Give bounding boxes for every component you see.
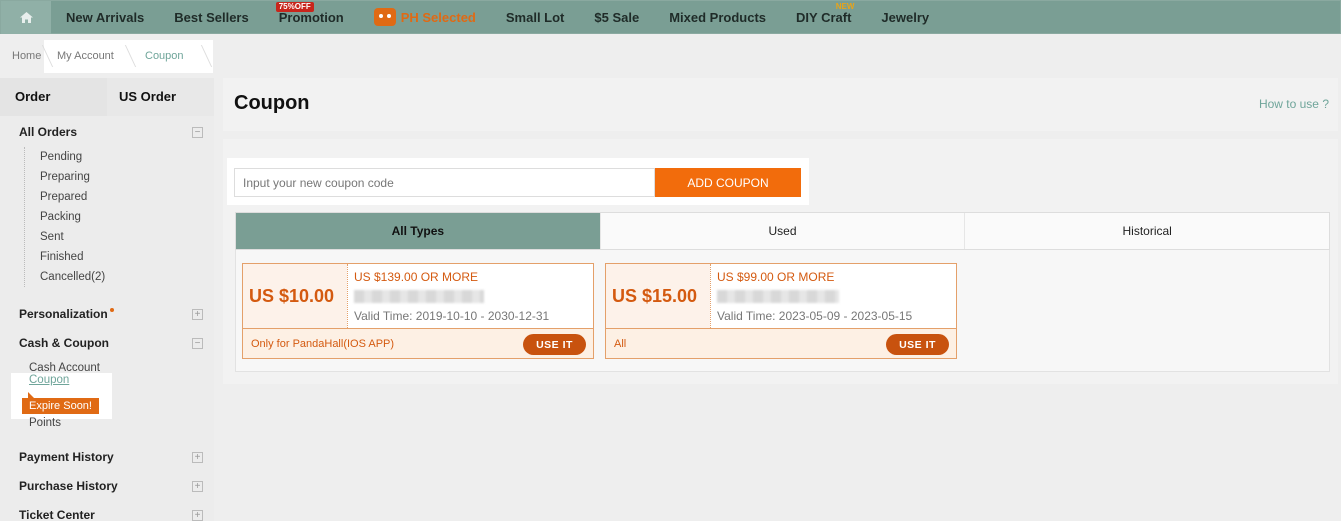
sidebar: Order US Order All Orders − Pending Prep… xyxy=(0,78,214,521)
sidebar-item-sent[interactable]: Sent xyxy=(25,227,214,247)
coupon-card: US $10.00 US $139.00 OR MORE Valid Time:… xyxy=(242,263,594,359)
coupon-details: US $139.00 OR MORE Valid Time: 2019-10-1… xyxy=(347,264,593,328)
personalization-label: Personalization xyxy=(19,307,108,321)
sidebar-group-purchase-history[interactable]: Purchase History + xyxy=(0,472,214,501)
sidebar-item-cancelled[interactable]: Cancelled(2) xyxy=(25,267,214,287)
nav-promotion-label: Promotion xyxy=(278,9,344,25)
new-badge: NEW xyxy=(835,1,855,11)
coupon-requirement: US $139.00 OR MORE xyxy=(354,270,479,284)
expand-icon[interactable]: + xyxy=(192,452,203,463)
sidebar-item-points[interactable]: Points xyxy=(29,417,61,429)
promotion-off-badge: 75%OFF xyxy=(275,1,314,12)
coupon-amount: US $15.00 xyxy=(612,285,698,306)
notification-dot xyxy=(109,308,114,312)
coupon-code-blurred xyxy=(354,290,484,303)
coupon-card: US $15.00 US $99.00 OR MORE Valid Time: … xyxy=(605,263,957,359)
ticket-center-label: Ticket Center xyxy=(19,508,95,521)
nav-ph-selected[interactable]: PH Selected xyxy=(359,1,491,34)
page-title: Coupon xyxy=(234,92,310,114)
sidebar-item-finished[interactable]: Finished xyxy=(25,247,214,267)
sidebar-group-payment-history[interactable]: Payment History + xyxy=(0,443,214,472)
coupon-valid-time: Valid Time: 2019-10-10 - 2030-12-31 xyxy=(354,309,550,323)
sidebar-item-packing[interactable]: Packing xyxy=(25,207,214,227)
sidebar-item-preparing[interactable]: Preparing xyxy=(25,167,214,187)
expand-icon[interactable]: + xyxy=(192,309,203,320)
nav-diy-craft-label: DIY Craft xyxy=(796,9,852,25)
cash-coupon-label: Cash & Coupon xyxy=(19,336,109,350)
sidebar-group-all-orders[interactable]: All Orders − xyxy=(0,118,214,147)
home-icon xyxy=(19,11,33,23)
coupon-valid-time: Valid Time: 2023-05-09 - 2023-05-15 xyxy=(717,309,913,323)
coupon-code-input[interactable] xyxy=(234,168,655,197)
coupon-type-tabs: All Types Used Historical xyxy=(235,212,1330,250)
top-nav: New Arrivals Best Sellers 75%OFF Promoti… xyxy=(0,0,1341,34)
tab-all-types[interactable]: All Types xyxy=(236,213,600,249)
breadcrumb-my-account[interactable]: My Account xyxy=(57,35,114,77)
sidebar-tabs: Order US Order xyxy=(0,78,214,116)
use-it-button[interactable]: USE IT xyxy=(523,334,586,355)
sidebar-group-ticket-center[interactable]: Ticket Center + xyxy=(0,501,214,521)
panda-icon xyxy=(373,8,396,26)
home-button[interactable] xyxy=(1,0,51,34)
tab-historical[interactable]: Historical xyxy=(964,213,1329,249)
breadcrumb-coupon: Coupon xyxy=(145,50,184,62)
collapse-icon[interactable]: − xyxy=(192,338,203,349)
main-header: Coupon How to use ? xyxy=(223,78,1338,131)
coupon-footer: Only for PandaHall(IOS APP) USE IT xyxy=(243,328,593,358)
sidebar-group-personalization[interactable]: Personalization + xyxy=(0,300,214,329)
all-orders-label: All Orders xyxy=(19,125,78,139)
expand-icon[interactable]: + xyxy=(192,481,203,492)
coupon-note: All xyxy=(614,338,627,350)
sidebar-item-coupon[interactable]: Coupon xyxy=(29,374,69,386)
tab-us-order[interactable]: US Order xyxy=(107,78,214,116)
payment-history-label: Payment History xyxy=(19,450,114,464)
coupon-footer: All USE IT xyxy=(606,328,956,358)
expire-soon-tooltip: Expire Soon! xyxy=(22,392,99,414)
add-coupon-button[interactable]: ADD COUPON xyxy=(655,168,801,197)
expand-icon[interactable]: + xyxy=(192,510,203,521)
tab-order[interactable]: Order xyxy=(0,78,107,116)
order-status-list: Pending Preparing Prepared Packing Sent … xyxy=(24,147,214,287)
nav-ph-selected-label: PH Selected xyxy=(400,9,476,25)
nav-jewelry[interactable]: Jewelry xyxy=(866,1,944,34)
coupon-note: Only for PandaHall(IOS APP) xyxy=(251,338,395,350)
purchase-history-label: Purchase History xyxy=(19,479,118,493)
breadcrumb: Home My Account Coupon xyxy=(0,35,1341,77)
nav-diy-craft[interactable]: NEW DIY Craft xyxy=(781,1,866,34)
use-it-button[interactable]: USE IT xyxy=(886,334,949,355)
coupon-code-blurred xyxy=(717,290,839,303)
breadcrumb-home[interactable]: Home xyxy=(12,35,41,77)
coupon-amount: US $10.00 xyxy=(249,285,335,306)
nav-small-lot[interactable]: Small Lot xyxy=(491,1,580,34)
sidebar-group-cash-coupon[interactable]: Cash & Coupon − xyxy=(0,329,214,358)
coupon-details: US $99.00 OR MORE Valid Time: 2023-05-09… xyxy=(710,264,956,328)
sidebar-item-prepared[interactable]: Prepared xyxy=(25,187,214,207)
sidebar-item-pending[interactable]: Pending xyxy=(25,147,214,167)
nav-best-sellers[interactable]: Best Sellers xyxy=(159,1,263,34)
coupon-requirement: US $99.00 OR MORE xyxy=(717,270,835,284)
nav-new-arrivals[interactable]: New Arrivals xyxy=(51,1,159,34)
nav-mixed-products[interactable]: Mixed Products xyxy=(654,1,781,34)
how-to-use-link[interactable]: How to use ? xyxy=(1259,97,1329,111)
nav-promotion[interactable]: 75%OFF Promotion xyxy=(264,1,359,34)
tab-used[interactable]: Used xyxy=(599,213,965,249)
collapse-icon[interactable]: − xyxy=(192,127,203,138)
nav-5-sale[interactable]: $5 Sale xyxy=(579,1,654,34)
